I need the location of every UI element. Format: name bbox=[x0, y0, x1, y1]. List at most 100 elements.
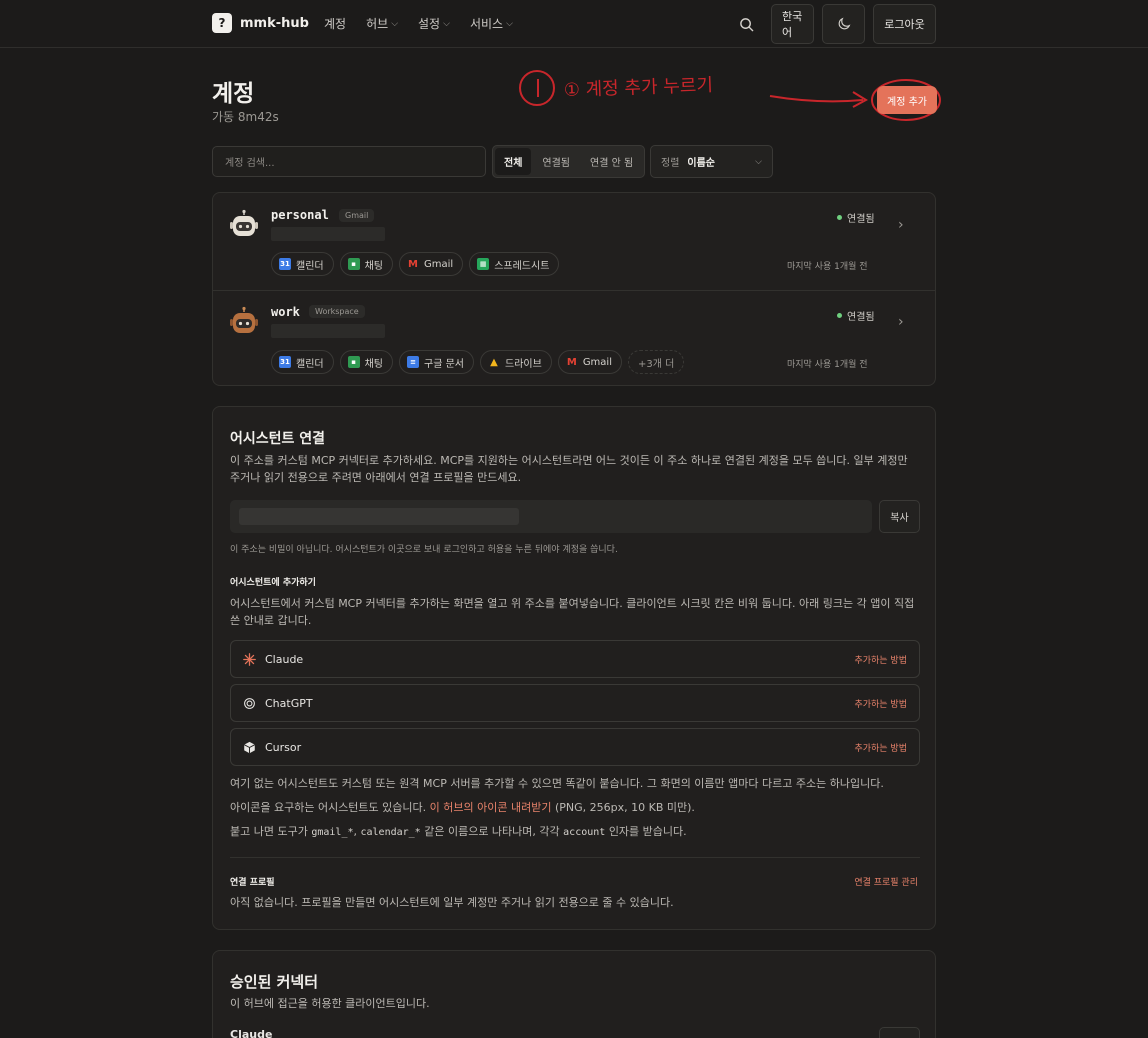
last-used-text: 마지막 사용 1개월 전 bbox=[787, 360, 868, 370]
add-account-label: 계정 추가 bbox=[887, 96, 927, 108]
chat-icon: ▪ bbox=[347, 356, 360, 368]
service-chip[interactable]: ▦ 스프레드시트 bbox=[469, 252, 560, 276]
search-placeholder: 계정 검색... bbox=[225, 158, 275, 169]
approved-title: 승인된 커넥터 bbox=[230, 973, 319, 991]
language-label: 한국어 bbox=[782, 10, 803, 39]
theme-toggle-button[interactable] bbox=[822, 4, 865, 44]
nav-item-settings[interactable]: 설정 ⌵ bbox=[418, 15, 450, 32]
add-to-assistant-description: 어시스턴트에서 커스텀 MCP 커넥터를 추가하는 화면을 열고 위 주소를 붙… bbox=[230, 597, 915, 627]
chevron-down-icon: ⌵ bbox=[443, 18, 450, 29]
nav-label: 서비스 bbox=[469, 17, 504, 31]
app-name: Cursor bbox=[265, 740, 302, 754]
calendar-icon: 31 bbox=[279, 356, 291, 368]
service-chips: 31 캘린더 ▪ 채팅 M Gmail ▦ 스프레드시트 bbox=[271, 252, 560, 276]
chip-label: +3개 더 bbox=[638, 358, 675, 370]
logout-label: 로그아웃 bbox=[884, 18, 925, 31]
profile-title: 연결 프로필 bbox=[230, 878, 275, 888]
url-note: 이 주소는 비밀이 아닙니다. 어시스턴트가 이곳으로 보내 로그인하고 허용을… bbox=[230, 545, 618, 555]
brand-name: mmk-hub bbox=[240, 15, 309, 31]
tools-note-text: 같은 이름으로 나타나며, 각각 bbox=[424, 825, 560, 838]
service-chip[interactable]: 31 캘린더 bbox=[271, 350, 334, 374]
icon-note-suffix: (PNG, 256px, 10 KB 미만). bbox=[554, 801, 695, 814]
brand-logo-icon: ? bbox=[212, 13, 232, 33]
approved-connectors-card: 승인된 커넥터 이 허브에 접근을 허용한 클라이언트입니다. Claude bbox=[212, 950, 936, 1038]
filter-segmented-control: 전체 연결됨 연결 안 됨 bbox=[492, 145, 646, 178]
chevron-down-icon: ⌵ bbox=[506, 18, 513, 29]
chevron-right-icon[interactable]: › bbox=[898, 217, 904, 233]
account-row-work[interactable]: work Workspace 연결됨 › 31 캘린더 ▪ 채팅 ≡ 구글 문서 ▲ 드… bbox=[213, 290, 935, 385]
mcp-url-field[interactable] bbox=[230, 500, 872, 533]
accounts-list: personal Gmail 연결됨 › 31 캘린더 ▪ 채팅 M Gmail ▦ 스… bbox=[212, 192, 936, 386]
add-to-assistant-title: 어시스턴트에 추가하기 bbox=[230, 578, 316, 588]
service-chip[interactable]: ▪ 채팅 bbox=[339, 252, 394, 276]
filter-disconnected[interactable]: 연결 안 됨 bbox=[581, 148, 642, 175]
chatgpt-icon bbox=[244, 697, 255, 709]
revoke-button[interactable] bbox=[879, 1027, 920, 1038]
account-email-redacted bbox=[271, 227, 385, 241]
logout-button[interactable]: 로그아웃 bbox=[873, 4, 936, 44]
chevron-right-icon[interactable]: › bbox=[898, 314, 904, 330]
assistant-connection-card: 어시스턴트 연결 이 주소를 커스텀 MCP 커넥터로 추가하세요. MCP를 … bbox=[212, 406, 936, 930]
account-type-badge: Workspace bbox=[309, 305, 365, 318]
drive-icon: ▲ bbox=[490, 356, 498, 368]
status-badge: 연결됨 bbox=[837, 210, 875, 225]
nav-item-hub[interactable]: 허브 ⌵ bbox=[366, 15, 398, 32]
copy-button[interactable]: 복사 bbox=[879, 500, 920, 533]
chip-label: Gmail bbox=[582, 356, 612, 368]
assistant-description: 이 주소를 커스텀 MCP 커넥터로 추가하세요. MCP를 지원하는 어시스턴… bbox=[230, 454, 908, 484]
chip-label: 스프레드시트 bbox=[494, 260, 550, 272]
add-account-button[interactable]: 계정 추가 bbox=[877, 86, 937, 114]
chevron-down-icon: ⌵ bbox=[391, 18, 399, 29]
client-name: Claude bbox=[230, 1028, 273, 1038]
icon-note-text: 아이콘을 요구하는 어시스턴트도 있습니다. bbox=[230, 801, 427, 814]
other-assistants-note: 여기 없는 어시스턴트도 커스텀 또는 원격 MCP 서버를 추가할 수 있으면… bbox=[230, 777, 884, 790]
chip-label: 드라이브 bbox=[505, 358, 542, 370]
moon-icon bbox=[838, 17, 850, 30]
filter-all[interactable]: 전체 bbox=[495, 148, 532, 175]
service-chip[interactable]: ▪ 채팅 bbox=[339, 350, 394, 374]
status-label: 연결됨 bbox=[847, 214, 875, 225]
cursor-icon bbox=[243, 741, 256, 753]
nav-label: 계정 bbox=[324, 17, 347, 31]
profile-description: 아직 없습니다. 프로필을 만들면 어시스턴트에 일부 계정만 주거나 읽기 전… bbox=[230, 896, 674, 909]
language-button[interactable]: 한국어 bbox=[771, 4, 814, 44]
sort-value: 이름순 bbox=[687, 158, 716, 169]
tools-separator: , bbox=[353, 825, 358, 838]
filter-connected[interactable]: 연결됨 bbox=[533, 148, 579, 175]
calendar-icon: 31 bbox=[279, 258, 291, 270]
service-chip[interactable]: M Gmail bbox=[557, 350, 622, 374]
app-row-cursor: Cursor 추가하는 방법 bbox=[230, 728, 920, 766]
tool-code: calendar_* bbox=[360, 827, 421, 838]
account-search-input[interactable]: 계정 검색... bbox=[212, 146, 486, 177]
gmail-icon: M bbox=[566, 356, 577, 368]
more-services-chip[interactable]: +3개 더 bbox=[628, 350, 685, 374]
app-row-chatgpt: ChatGPT 추가하는 방법 bbox=[230, 684, 920, 722]
nav-item-services[interactable]: 서비스 ⌵ bbox=[470, 15, 513, 32]
approved-description: 이 허브에 접근을 허용한 클라이언트입니다. bbox=[230, 997, 430, 1010]
account-row-personal[interactable]: personal Gmail 연결됨 › 31 캘린더 ▪ 채팅 M Gmail ▦ 스… bbox=[213, 193, 935, 289]
nav-label: 설정 bbox=[418, 17, 441, 31]
download-icon-link[interactable]: 이 허브의 아이콘 내려받기 bbox=[430, 801, 552, 814]
how-to-add-link[interactable]: 추가하는 방법 bbox=[854, 653, 907, 666]
gmail-icon: M bbox=[408, 258, 418, 270]
app-name: Claude bbox=[265, 652, 304, 666]
manage-profiles-link[interactable]: 연결 프로필 관리 bbox=[854, 875, 918, 888]
status-label: 연결됨 bbox=[847, 312, 875, 323]
chevron-down-icon: ⌵ bbox=[755, 156, 762, 167]
chat-icon: ▪ bbox=[347, 258, 360, 270]
service-chip[interactable]: ≡ 구글 문서 bbox=[399, 350, 474, 374]
claude-icon bbox=[243, 652, 256, 666]
search-icon[interactable] bbox=[729, 3, 763, 45]
how-to-add-link[interactable]: 추가하는 방법 bbox=[854, 741, 907, 754]
icon-note: 아이콘을 요구하는 어시스턴트도 있습니다. 이 허브의 아이콘 내려받기 (P… bbox=[230, 799, 920, 816]
brand[interactable]: ? mmk-hub bbox=[212, 13, 309, 33]
service-chip[interactable]: M Gmail bbox=[399, 252, 464, 276]
how-to-add-link[interactable]: 추가하는 방법 bbox=[854, 697, 907, 710]
chip-label: 채팅 bbox=[364, 260, 384, 272]
nav-item-accounts[interactable]: 계정 bbox=[324, 15, 346, 32]
tool-code: account bbox=[563, 827, 606, 838]
service-chip[interactable]: 31 캘린더 bbox=[271, 252, 334, 276]
sort-select[interactable]: 정렬 이름순 ⌵ bbox=[650, 145, 773, 178]
main-nav: 계정 허브 ⌵ 설정 ⌵ 서비스 ⌵ bbox=[324, 15, 513, 32]
service-chip[interactable]: ▲ 드라이브 bbox=[480, 350, 552, 374]
